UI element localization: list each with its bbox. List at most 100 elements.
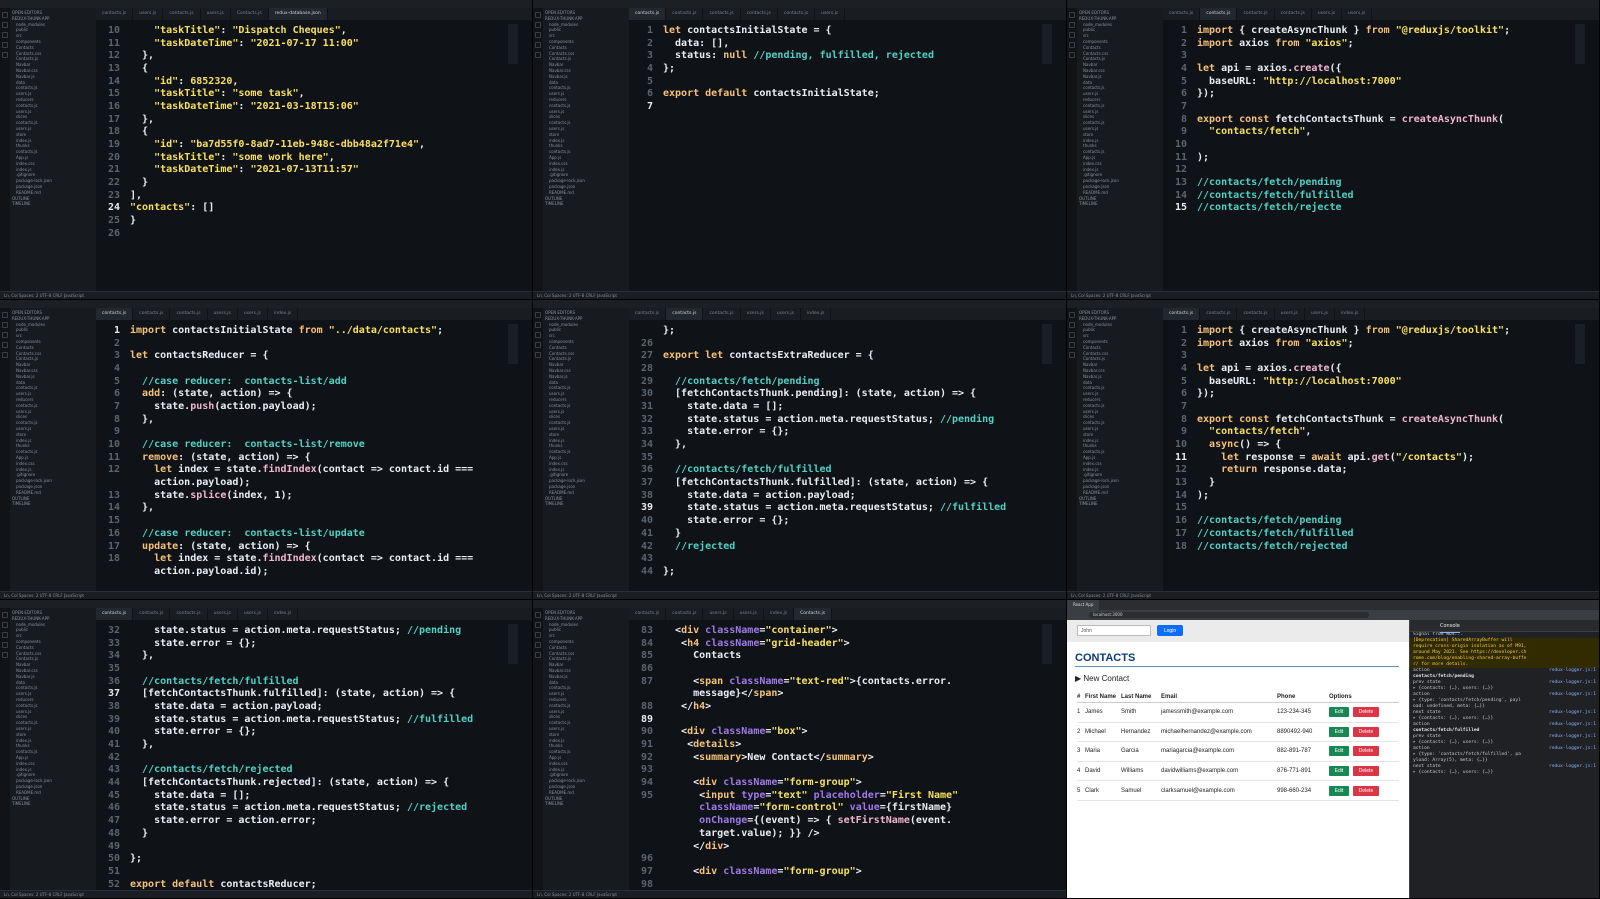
- activity-icon[interactable]: [1069, 312, 1075, 318]
- activity-icon[interactable]: [2, 12, 8, 18]
- activity-icon[interactable]: [1069, 342, 1075, 348]
- activity-icon[interactable]: [2, 42, 8, 48]
- new-contact-summary[interactable]: ▶ New Contact: [1075, 674, 1129, 683]
- editor-tab[interactable]: contacts.js: [629, 608, 667, 620]
- editor-tab[interactable]: contacts.js: [1237, 8, 1275, 20]
- activity-icon[interactable]: [535, 342, 541, 348]
- activity-icon[interactable]: [1069, 42, 1075, 48]
- editor-tab[interactable]: contacts.js: [778, 8, 816, 20]
- activity-icon[interactable]: [535, 642, 541, 648]
- activity-icon[interactable]: [2, 312, 8, 318]
- editor-tab[interactable]: contacts.js: [741, 8, 778, 20]
- delete-button[interactable]: Delete: [1353, 746, 1379, 757]
- editor-tab[interactable]: contacts.js: [133, 308, 171, 320]
- minimap[interactable]: [1575, 24, 1585, 64]
- activity-icon[interactable]: [2, 32, 8, 38]
- activity-icon[interactable]: [2, 622, 8, 628]
- minimap[interactable]: [1575, 324, 1585, 364]
- editor-tab[interactable]: users.js: [238, 308, 269, 320]
- code-editor[interactable]: 10 "taskTitle": "Dispatch Cheques", 11 "t…: [96, 20, 532, 291]
- activity-icon[interactable]: [1069, 22, 1075, 28]
- delete-button[interactable]: Delete: [1353, 785, 1379, 796]
- edit-button[interactable]: Edit: [1329, 726, 1349, 737]
- editor-tab[interactable]: users.js: [1305, 308, 1336, 320]
- editor-tab[interactable]: users.js: [208, 308, 238, 320]
- activity-icon[interactable]: [535, 312, 541, 318]
- minimap[interactable]: [1042, 324, 1052, 364]
- editor-tab[interactable]: contacts.js: [1275, 8, 1312, 20]
- editor-tab[interactable]: users.js: [815, 8, 846, 20]
- editor-tab[interactable]: users.js: [741, 308, 771, 320]
- explorer-item[interactable]: TIMELINE: [10, 501, 96, 507]
- editor-tab[interactable]: users.js: [1312, 8, 1343, 20]
- activity-icon[interactable]: [2, 352, 8, 358]
- login-username-input[interactable]: [1077, 625, 1151, 636]
- editor-tab[interactable]: index.js: [764, 608, 795, 620]
- editor-tab[interactable]: contacts.js: [666, 8, 704, 20]
- activity-icon[interactable]: [2, 642, 8, 648]
- code-editor[interactable]: 32 state.status = action.meta.requestSta…: [96, 620, 532, 890]
- editor-tab[interactable]: index.js: [801, 308, 832, 320]
- editor-tab[interactable]: contacts.js: [170, 308, 208, 320]
- code-editor[interactable]: }; 26 27 export let contactsExtraReducer = …: [629, 320, 1066, 591]
- minimap[interactable]: [508, 24, 518, 64]
- editor-tab[interactable]: users.js: [201, 8, 231, 20]
- editor-tab[interactable]: contacts.js: [96, 8, 134, 20]
- source-link[interactable]: redux-logger.js:1: [1549, 764, 1596, 770]
- code-editor[interactable]: 1 import { createAsyncThunk } from "@redu…: [1163, 20, 1599, 291]
- editor-tab[interactable]: redux-database.json: [268, 8, 328, 20]
- source-link[interactable]: redux-logger.js:1: [1549, 746, 1596, 752]
- activity-icon[interactable]: [535, 622, 541, 628]
- activity-icon[interactable]: [1069, 52, 1075, 58]
- explorer-item[interactable]: TIMELINE: [1077, 201, 1163, 207]
- editor-tab[interactable]: users.js: [133, 8, 164, 20]
- edit-button[interactable]: Edit: [1329, 785, 1349, 796]
- editor-tab[interactable]: contacts.js: [170, 608, 208, 620]
- code-editor[interactable]: 1 import { createAsyncThunk } from "@redu…: [1163, 320, 1599, 591]
- activity-icon[interactable]: [535, 32, 541, 38]
- source-link[interactable]: redux-logger.js:1: [1549, 668, 1596, 674]
- edit-button[interactable]: Edit: [1329, 707, 1349, 718]
- editor-tab[interactable]: contacts.js: [629, 308, 667, 320]
- activity-icon[interactable]: [1069, 12, 1075, 18]
- editor-tab[interactable]: contacts.js: [629, 8, 667, 20]
- delete-button[interactable]: Delete: [1353, 707, 1379, 718]
- activity-icon[interactable]: [2, 332, 8, 338]
- minimap[interactable]: [508, 624, 518, 664]
- editor-tab[interactable]: contacts.js: [1200, 8, 1238, 20]
- activity-icon[interactable]: [2, 652, 8, 658]
- code-editor[interactable]: 83 <div className="container"> 84 <h4 cla…: [629, 620, 1066, 890]
- edit-button[interactable]: Edit: [1329, 746, 1349, 757]
- editor-tab[interactable]: users.js: [1342, 8, 1373, 20]
- activity-icon[interactable]: [2, 342, 8, 348]
- minimap[interactable]: [1042, 24, 1052, 64]
- explorer-item[interactable]: TIMELINE: [543, 801, 629, 807]
- activity-icon[interactable]: [2, 22, 8, 28]
- activity-icon[interactable]: [535, 632, 541, 638]
- editor-tab[interactable]: Contacts.js: [231, 8, 269, 20]
- source-link[interactable]: redux-logger.js:1: [1549, 692, 1596, 698]
- activity-icon[interactable]: [535, 22, 541, 28]
- editor-tab[interactable]: contacts.js: [1163, 8, 1201, 20]
- explorer-item[interactable]: TIMELINE: [10, 801, 96, 807]
- editor-tab[interactable]: contacts.js: [163, 8, 201, 20]
- edit-button[interactable]: Edit: [1329, 766, 1349, 777]
- explorer-item[interactable]: TIMELINE: [543, 201, 629, 207]
- explorer-item[interactable]: TIMELINE: [543, 501, 629, 507]
- delete-button[interactable]: Delete: [1353, 726, 1379, 737]
- activity-icon[interactable]: [2, 322, 8, 328]
- activity-icon[interactable]: [535, 612, 541, 618]
- activity-icon[interactable]: [1069, 332, 1075, 338]
- url-field[interactable]: localhost:3000: [1089, 612, 1369, 618]
- editor-tab[interactable]: index.js: [268, 308, 299, 320]
- editor-tab[interactable]: contacts.js: [666, 608, 704, 620]
- source-link[interactable]: redux-logger.js:1: [1549, 680, 1596, 686]
- editor-tab[interactable]: Contacts.js: [794, 608, 833, 620]
- editor-tab[interactable]: users.js: [703, 608, 734, 620]
- activity-icon[interactable]: [535, 52, 541, 58]
- editor-tab[interactable]: contacts.js: [703, 8, 741, 20]
- code-editor[interactable]: 1 let contactsInitialState = {2 data: [],…: [629, 20, 1066, 291]
- activity-icon[interactable]: [2, 612, 8, 618]
- activity-icon[interactable]: [1069, 322, 1075, 328]
- browser-tab[interactable]: React App: [1067, 600, 1100, 610]
